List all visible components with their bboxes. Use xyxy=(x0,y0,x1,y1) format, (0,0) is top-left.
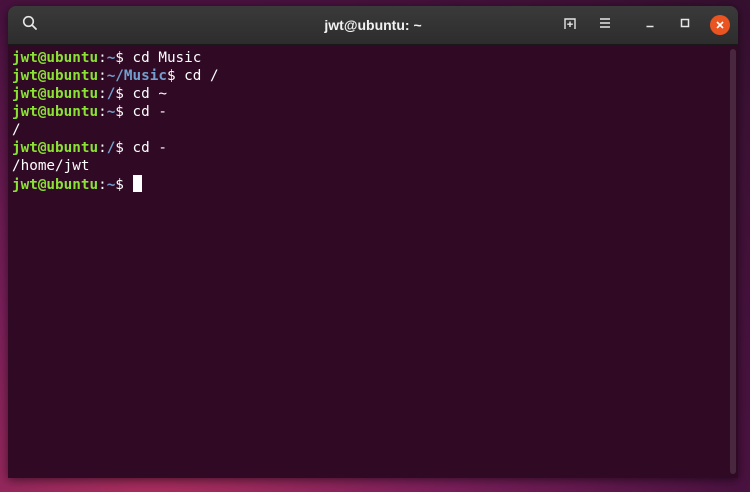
title-bar[interactable]: jwt@ubuntu: ~ xyxy=(8,6,738,45)
prompt-separator: : xyxy=(98,104,107,120)
maximize-button[interactable] xyxy=(671,11,699,39)
prompt-separator: : xyxy=(98,68,107,84)
prompt-path: ~ xyxy=(106,50,116,66)
new-tab-button[interactable] xyxy=(556,11,584,39)
new-tab-icon xyxy=(562,15,578,36)
terminal-window: jwt@ubuntu: ~ jwt@ubuntu:~$ cd Music jwt… xyxy=(8,6,738,478)
prompt-user-host: jwt@ubuntu xyxy=(12,177,99,193)
terminal-line: jwt@ubuntu:/$ cd ~ xyxy=(12,85,734,103)
terminal-line: jwt@ubuntu:~$ cd - xyxy=(12,103,734,121)
terminal-line-active[interactable]: jwt@ubuntu:~$ xyxy=(12,175,734,193)
prompt-path: ~/Music xyxy=(106,68,167,84)
close-icon xyxy=(710,15,730,35)
command-output-line: /home/jwt xyxy=(12,157,734,175)
command-text: cd - xyxy=(132,140,167,156)
terminal-output[interactable]: jwt@ubuntu:~$ cd Music jwt@ubuntu:~/Musi… xyxy=(8,45,738,478)
prompt-symbol: $ xyxy=(115,177,133,193)
prompt-symbol: $ xyxy=(115,104,133,120)
scrollbar[interactable] xyxy=(730,49,736,474)
prompt-separator: : xyxy=(98,86,107,102)
prompt-user-host: jwt@ubuntu xyxy=(12,86,99,102)
window-title: jwt@ubuntu: ~ xyxy=(324,17,422,33)
prompt-separator: : xyxy=(98,140,107,156)
prompt-separator: : xyxy=(98,50,107,66)
terminal-line: jwt@ubuntu:~$ cd Music xyxy=(12,49,734,67)
prompt-symbol: $ xyxy=(115,50,133,66)
minimize-button[interactable] xyxy=(636,11,664,39)
text-cursor xyxy=(132,175,142,192)
prompt-path: ~ xyxy=(106,104,116,120)
maximize-icon xyxy=(679,16,691,34)
search-button[interactable] xyxy=(16,11,44,39)
search-icon xyxy=(22,15,38,36)
prompt-symbol: $ xyxy=(115,86,133,102)
command-text: cd - xyxy=(132,104,167,120)
command-output-line: / xyxy=(12,121,734,139)
minimize-icon xyxy=(644,16,656,34)
terminal-line: jwt@ubuntu:/$ cd - xyxy=(12,139,734,157)
prompt-path: / xyxy=(106,140,116,156)
prompt-symbol: $ xyxy=(115,140,133,156)
hamburger-menu-icon xyxy=(598,16,612,35)
terminal-line: jwt@ubuntu:~/Music$ cd / xyxy=(12,67,734,85)
command-text: cd Music xyxy=(132,50,202,66)
menu-button[interactable] xyxy=(591,11,619,39)
prompt-path: / xyxy=(106,86,116,102)
prompt-user-host: jwt@ubuntu xyxy=(12,50,99,66)
prompt-user-host: jwt@ubuntu xyxy=(12,104,99,120)
command-output: / xyxy=(12,122,21,138)
prompt-separator: : xyxy=(98,177,107,193)
close-button[interactable] xyxy=(706,11,734,39)
prompt-user-host: jwt@ubuntu xyxy=(12,140,99,156)
command-text: cd / xyxy=(184,68,219,84)
command-output: /home/jwt xyxy=(12,158,90,174)
prompt-symbol: $ xyxy=(166,68,185,84)
prompt-user-host: jwt@ubuntu xyxy=(12,68,99,84)
prompt-path: ~ xyxy=(106,177,116,193)
command-text: cd ~ xyxy=(132,86,167,102)
